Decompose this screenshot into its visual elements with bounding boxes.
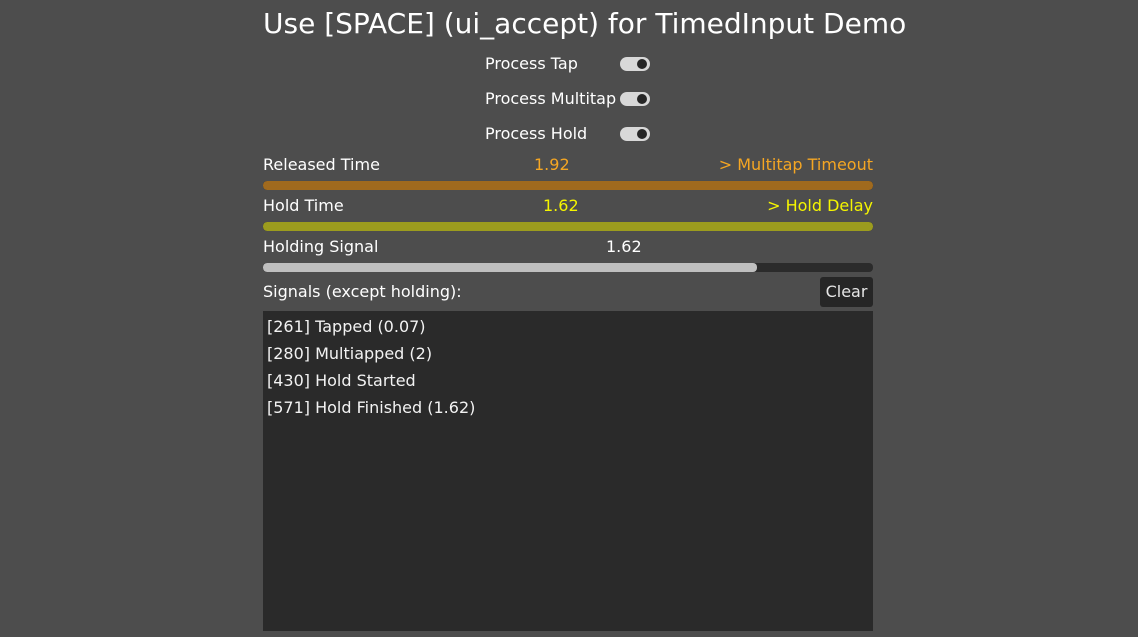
released-time-label: Released Time: [263, 155, 380, 174]
signals-log[interactable]: [261] Tapped (0.07) [280] Multiapped (2)…: [263, 311, 873, 631]
released-time-row: Released Time 1.92 > Multitap Timeout: [263, 154, 873, 176]
hold-time-bar: [263, 222, 873, 231]
log-line: [261] Tapped (0.07): [267, 317, 426, 336]
released-time-bar: [263, 181, 873, 190]
multitap-timeout-status: > Multitap Timeout: [718, 155, 873, 174]
signals-label: Signals (except holding):: [263, 282, 462, 301]
log-line: [280] Multiapped (2): [267, 344, 433, 363]
log-line: [571] Hold Finished (1.62): [267, 398, 476, 417]
holding-signal-value: 1.62: [606, 237, 642, 256]
hold-delay-status: > Hold Delay: [767, 196, 873, 215]
process-hold-label: Process Hold: [485, 124, 588, 143]
toggle-knob: [637, 94, 647, 104]
released-time-bar-fill: [263, 181, 873, 190]
toggle-knob: [637, 129, 647, 139]
clear-button[interactable]: Clear: [820, 277, 873, 307]
process-multitap-toggle[interactable]: [620, 92, 650, 106]
toggle-knob: [637, 59, 647, 69]
holding-signal-row: Holding Signal 1.62: [263, 236, 873, 258]
process-hold-row: Process Hold: [485, 122, 655, 146]
process-tap-toggle[interactable]: [620, 57, 650, 71]
released-time-value: 1.92: [534, 155, 570, 174]
holding-signal-bar: [263, 263, 873, 272]
log-line: [430] Hold Started: [267, 371, 416, 390]
process-multitap-label: Process Multitap: [485, 89, 617, 108]
hold-time-value: 1.62: [543, 196, 579, 215]
process-tap-row: Process Tap: [485, 52, 655, 76]
process-hold-toggle[interactable]: [620, 127, 650, 141]
holding-signal-label: Holding Signal: [263, 237, 379, 256]
hold-time-label: Hold Time: [263, 196, 344, 215]
hold-time-row: Hold Time 1.62 > Hold Delay: [263, 195, 873, 217]
process-tap-label: Process Tap: [485, 54, 578, 73]
process-multitap-row: Process Multitap: [485, 87, 655, 111]
page-title: Use [SPACE] (ui_accept) for TimedInput D…: [263, 7, 907, 40]
hold-time-bar-fill: [263, 222, 873, 231]
holding-signal-bar-fill: [263, 263, 758, 272]
